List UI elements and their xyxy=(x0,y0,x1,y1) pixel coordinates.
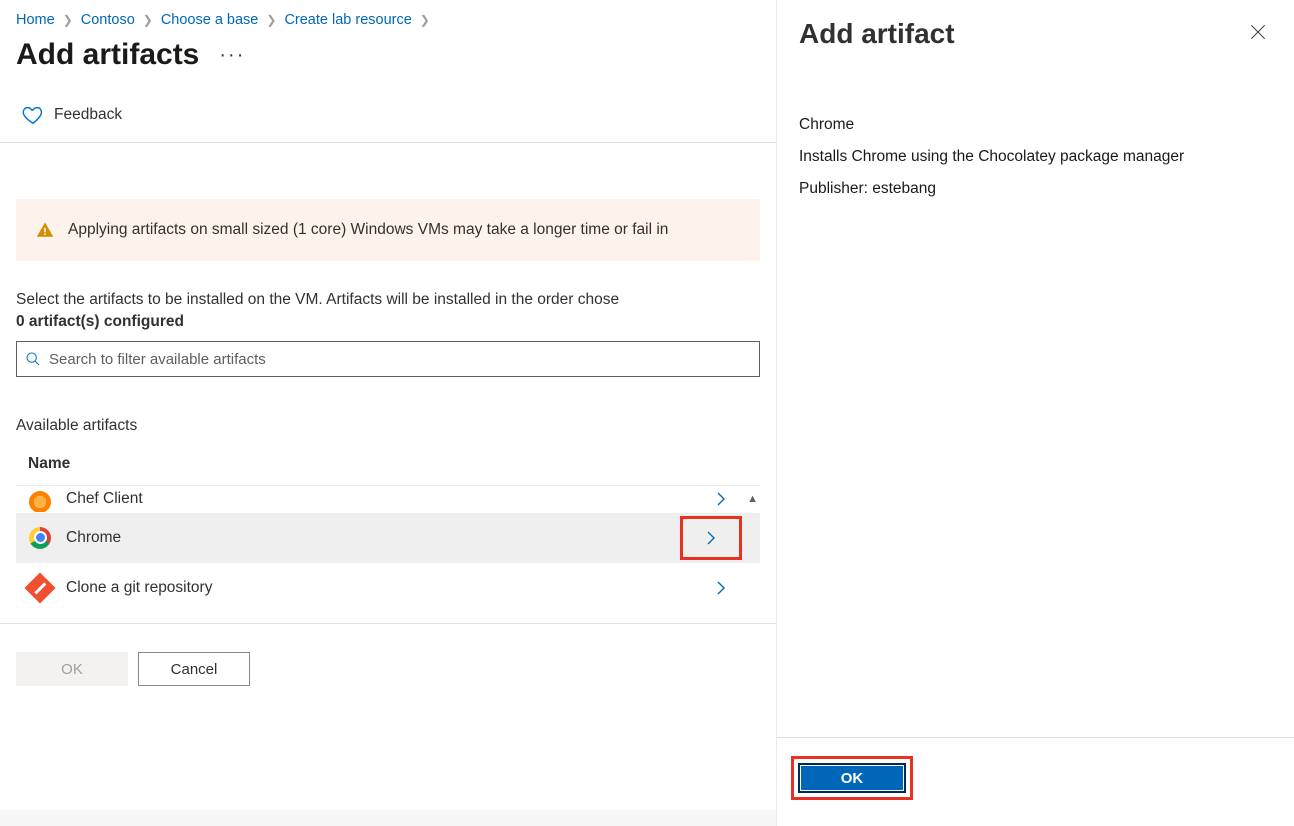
search-icon xyxy=(25,351,41,367)
bottom-strip xyxy=(0,810,776,826)
ok-button: OK xyxy=(16,652,128,686)
chevron-right-icon: ❯ xyxy=(63,13,73,27)
close-icon[interactable] xyxy=(1244,18,1272,46)
breadcrumb-home[interactable]: Home xyxy=(16,12,55,28)
chevron-right-icon: ❯ xyxy=(143,13,153,27)
available-heading: Available artifacts xyxy=(0,377,776,443)
warning-text: Applying artifacts on small sized (1 cor… xyxy=(68,221,668,239)
main-panel: Home ❯ Contoso ❯ Choose a base ❯ Create … xyxy=(0,0,776,826)
artifact-name: Clone a git repository xyxy=(66,579,212,597)
breadcrumb-contoso[interactable]: Contoso xyxy=(81,12,135,28)
warning-banner: Applying artifacts on small sized (1 cor… xyxy=(16,199,760,261)
git-icon xyxy=(28,576,52,600)
feedback-label: Feedback xyxy=(54,106,122,124)
chevron-right-icon[interactable] xyxy=(712,490,730,508)
panel-body: Chrome Installs Chrome using the Chocola… xyxy=(777,56,1294,212)
panel-footer: OK xyxy=(777,737,1294,826)
search-input[interactable] xyxy=(49,351,751,368)
chevron-right-icon: ❯ xyxy=(266,13,276,27)
chevron-highlight[interactable] xyxy=(680,516,742,560)
instruction-text: Select the artifacts to be installed on … xyxy=(0,261,776,309)
configured-count: 0 artifact(s) configured xyxy=(0,309,776,331)
artifact-publisher: Publisher: estebang xyxy=(799,180,1272,198)
panel-ok-button[interactable]: OK xyxy=(798,763,906,793)
add-artifact-panel: Add artifact Chrome Installs Chrome usin… xyxy=(776,0,1294,826)
artifact-row-chrome[interactable]: Chrome xyxy=(16,513,760,563)
breadcrumb-create-lab[interactable]: Create lab resource xyxy=(284,12,411,28)
chevron-right-icon xyxy=(702,529,720,547)
artifact-row-git[interactable]: Clone a git repository xyxy=(16,563,760,613)
artifact-name: Chef Client xyxy=(66,490,143,508)
chevron-right-icon: ❯ xyxy=(420,13,430,27)
chrome-icon xyxy=(28,526,52,550)
breadcrumb: Home ❯ Contoso ❯ Choose a base ❯ Create … xyxy=(0,12,776,32)
feedback-button[interactable]: Feedback xyxy=(0,90,776,143)
page-title: Add artifacts xyxy=(16,38,199,72)
cancel-button[interactable]: Cancel xyxy=(138,652,250,686)
heart-icon xyxy=(22,104,44,126)
ok-highlight: OK xyxy=(791,756,913,800)
more-button[interactable]: ··· xyxy=(213,44,251,67)
footer-bar: OK Cancel xyxy=(0,623,776,714)
artifact-row-chef[interactable]: Chef Client xyxy=(16,485,760,513)
chef-icon xyxy=(28,485,52,508)
artifact-description: Installs Chrome using the Chocolatey pac… xyxy=(799,148,1272,166)
artifact-list: ▲ Chef Client Chrome Clone a git reposit… xyxy=(16,485,760,613)
panel-header: Add artifact xyxy=(777,0,1294,56)
search-box[interactable] xyxy=(16,341,760,377)
column-name-header: Name xyxy=(0,443,776,485)
chevron-right-icon[interactable] xyxy=(712,579,730,597)
breadcrumb-choose-base[interactable]: Choose a base xyxy=(161,12,259,28)
panel-title: Add artifact xyxy=(799,18,955,50)
artifact-name-text: Chrome xyxy=(799,116,1272,134)
artifact-name: Chrome xyxy=(66,529,121,547)
warning-icon xyxy=(36,221,54,239)
page-title-row: Add artifacts ··· xyxy=(0,32,776,90)
